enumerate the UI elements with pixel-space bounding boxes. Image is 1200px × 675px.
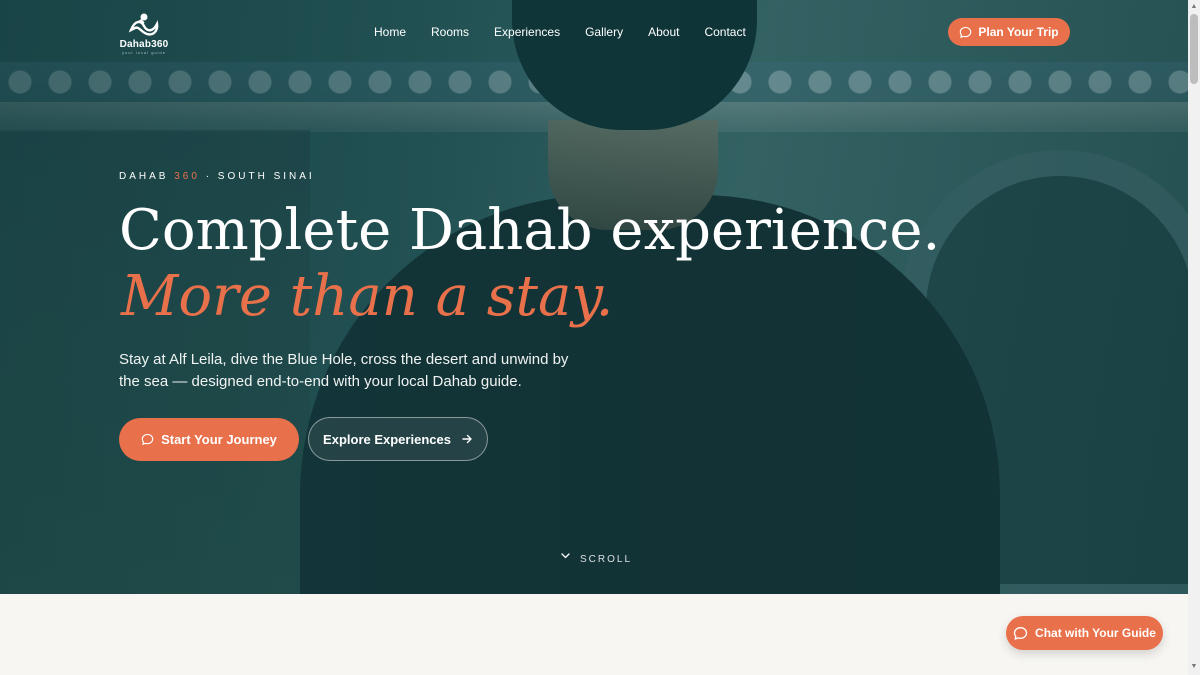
chat-bubble-icon — [1013, 626, 1028, 640]
eyebrow-accent: 360 — [174, 171, 200, 182]
brand-tagline: your local guide — [121, 50, 167, 55]
scroll-down-arrow-icon[interactable]: ▼ — [1190, 662, 1198, 672]
explore-experiences-button[interactable]: Explore Experiences — [308, 417, 488, 461]
nav-item-home[interactable]: Home — [374, 24, 406, 40]
explore-experiences-label: Explore Experiences — [323, 431, 451, 447]
eyebrow-suffix: · SOUTH SINAI — [205, 171, 315, 182]
nav-item-contact[interactable]: Contact — [704, 24, 745, 40]
main-nav: Home Rooms Experiences Gallery About Con… — [374, 24, 771, 40]
nav-item-about[interactable]: About — [648, 24, 679, 40]
chat-with-guide-button[interactable]: Chat with Your Guide — [1006, 616, 1163, 650]
hero-section: Dahab360 your local guide Home Rooms Exp… — [0, 0, 1188, 594]
chat-bubble-icon — [960, 26, 972, 38]
chevron-down-icon — [561, 552, 570, 558]
logo-icon — [128, 13, 159, 36]
hero-headline-accent: More than a stay. — [121, 264, 614, 329]
plan-your-trip-label: Plan Your Trip — [978, 25, 1059, 39]
scroll-up-arrow-icon[interactable]: ▲ — [1190, 2, 1198, 12]
chat-with-guide-label: Chat with Your Guide — [1035, 626, 1156, 640]
eyebrow-prefix: DAHAB — [119, 171, 169, 182]
nav-item-gallery[interactable]: Gallery — [585, 24, 623, 40]
nav-item-experiences[interactable]: Experiences — [494, 24, 560, 40]
nav-item-rooms[interactable]: Rooms — [431, 24, 469, 40]
brand-name: Dahab360 — [119, 39, 169, 50]
brand-logo[interactable]: Dahab360 your local guide — [118, 12, 170, 56]
start-your-journey-label: Start Your Journey — [161, 432, 277, 447]
arrow-right-icon — [462, 434, 472, 444]
chat-bubble-icon — [141, 433, 154, 445]
scrollbar-thumb[interactable] — [1190, 14, 1198, 84]
hero-lede: Stay at Alf Leila, dive the Blue Hole, c… — [119, 351, 569, 390]
hero-headline: Complete Dahab experience. — [119, 198, 941, 263]
start-your-journey-button[interactable]: Start Your Journey — [119, 418, 299, 461]
page-scrollbar[interactable]: ▲ ▼ — [1188, 0, 1200, 675]
scroll-indicator[interactable]: SCROLL — [561, 552, 633, 565]
plan-your-trip-button[interactable]: Plan Your Trip — [948, 18, 1070, 46]
hero-eyebrow: DAHAB 360 · SOUTH SINAI — [119, 171, 315, 182]
scroll-label: SCROLL — [580, 554, 633, 565]
